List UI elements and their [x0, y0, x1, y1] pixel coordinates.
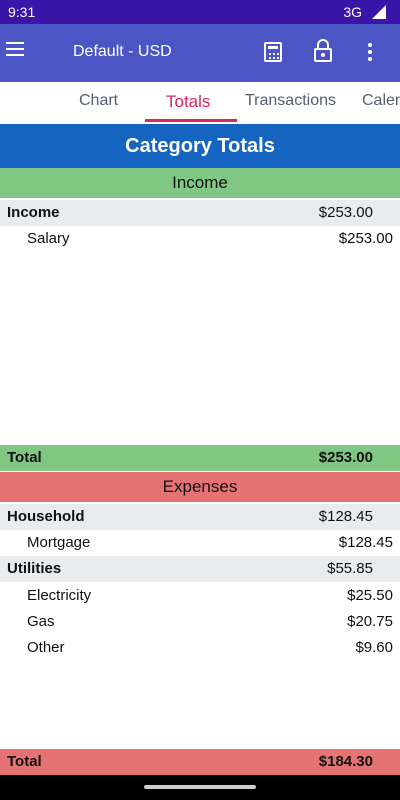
category-row-household[interactable]: Household $128.45 [0, 504, 400, 530]
category-label: Utilities [7, 560, 62, 577]
home-gesture-handle[interactable] [144, 785, 256, 789]
status-bar: 9:31 3G [0, 0, 400, 24]
expenses-total-row: Total $184.30 [0, 749, 400, 775]
item-label: Gas [27, 613, 55, 630]
total-amount: $253.00 [318, 449, 373, 466]
category-label: Household [7, 508, 85, 525]
category-amount: $253.00 [318, 204, 373, 221]
item-row-electricity[interactable]: Electricity $25.50 [0, 583, 400, 609]
system-nav-bar [0, 775, 400, 800]
menu-icon[interactable] [6, 42, 28, 60]
item-label: Electricity [27, 587, 92, 604]
tab-chart[interactable]: Chart [79, 92, 118, 110]
category-row-income[interactable]: Income $253.00 [0, 200, 400, 226]
tab-transactions[interactable]: Transactions [245, 92, 336, 110]
calculator-icon[interactable] [264, 42, 282, 62]
total-label: Total [7, 449, 42, 466]
income-total-row: Total $253.00 [0, 445, 400, 471]
active-tab-indicator [145, 119, 237, 122]
item-amount: $9.60 [355, 639, 393, 656]
category-label: Income [7, 204, 60, 221]
account-title[interactable]: Default - USD [73, 43, 172, 61]
item-amount: $20.75 [347, 613, 393, 630]
status-time: 9:31 [8, 4, 36, 20]
signal-icon [372, 5, 386, 19]
item-row-gas[interactable]: Gas $20.75 [0, 609, 400, 635]
page-title: Category Totals [0, 124, 400, 168]
category-amount: $55.85 [327, 560, 373, 577]
income-section-header: Income [0, 168, 400, 198]
tab-bar: Chart Totals Transactions Calen [0, 82, 400, 122]
category-amount: $128.45 [318, 508, 373, 525]
item-amount: $253.00 [338, 230, 393, 247]
item-label: Other [27, 639, 65, 656]
expenses-section-header: Expenses [0, 472, 400, 502]
item-label: Salary [27, 230, 70, 247]
category-row-utilities[interactable]: Utilities $55.85 [0, 556, 400, 582]
network-type: 3G [343, 4, 362, 20]
total-label: Total [7, 753, 42, 770]
app-bar: Default - USD [0, 24, 400, 82]
lock-icon[interactable] [314, 39, 332, 63]
more-options-icon[interactable] [366, 43, 374, 63]
item-row-salary[interactable]: Salary $253.00 [0, 226, 400, 252]
total-amount: $184.30 [318, 753, 373, 770]
item-amount: $128.45 [338, 534, 393, 551]
tab-totals[interactable]: Totals [166, 92, 210, 112]
item-label: Mortgage [27, 534, 91, 551]
item-amount: $25.50 [347, 587, 393, 604]
item-row-mortgage[interactable]: Mortgage $128.45 [0, 530, 400, 556]
item-row-other[interactable]: Other $9.60 [0, 635, 400, 661]
tab-calendar[interactable]: Calen [362, 92, 400, 110]
